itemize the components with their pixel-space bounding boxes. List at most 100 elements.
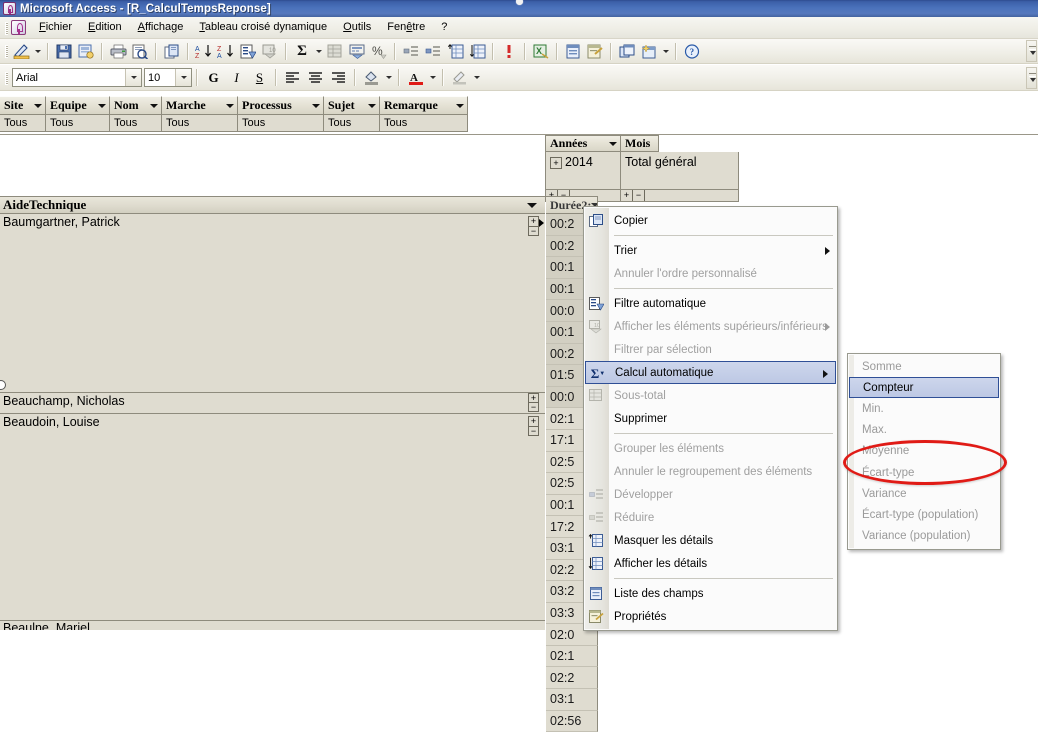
pivot-column-mois[interactable]: Mois [621,135,659,152]
context-menu-item-liste-des-champs[interactable]: Liste des champs [584,582,837,605]
minus-button[interactable]: − [529,403,538,412]
font-size-combo[interactable]: 10 [144,68,192,87]
toolbar-grip[interactable] [2,42,10,60]
duration-cell[interactable]: 02:1 [546,645,598,668]
chevron-down-icon[interactable] [527,202,537,208]
filter-value-marche[interactable]: Tous [162,115,238,132]
align-right-button[interactable] [327,67,350,88]
chevron-down-icon[interactable] [175,69,191,86]
align-left-button[interactable] [281,67,304,88]
print-button[interactable] [107,41,129,62]
filter-value-nom[interactable]: Tous [110,115,162,132]
filter-value-remarque[interactable]: Tous [380,115,468,132]
duration-cell[interactable]: 02:2 [546,667,598,690]
row-item-beaudoin[interactable]: Beaudoin, Louise + − [0,414,545,629]
duration-cell[interactable]: 03:1 [546,689,598,711]
collapse-button[interactable] [400,41,422,62]
save-button[interactable] [53,41,75,62]
print-preview-button[interactable] [129,41,151,62]
menu-aide[interactable]: ? [433,18,455,37]
row-resize-handle[interactable] [0,380,6,390]
line-color-dropdown[interactable] [471,67,482,88]
field-list-button[interactable] [562,41,584,62]
filter-header-processus[interactable]: Processus [238,96,324,115]
chevron-down-icon[interactable] [125,69,141,86]
chevron-down-icon[interactable] [456,103,464,108]
pivot-column-annees[interactable]: Années [545,135,621,152]
context-menu-item-copier[interactable]: Copier [584,209,837,232]
filter-header-nom[interactable]: Nom [110,96,162,115]
context-menu-item-filtre-automatique[interactable]: Filtre automatique [584,292,837,315]
fill-color-dropdown[interactable] [383,67,394,88]
toolbar-overflow-button[interactable] [1026,40,1037,62]
filter-header-remarque[interactable]: Remarque [380,96,468,115]
menu-edition[interactable]: Edition [80,18,130,37]
filter-value-sujet[interactable]: Tous [324,115,380,132]
context-menu-item-supprimer[interactable]: Supprimer [584,407,837,430]
duration-cell[interactable]: 02:56 [546,710,598,732]
copy-button[interactable] [161,41,183,62]
filter-header-sujet[interactable]: Sujet [324,96,380,115]
font-name-combo[interactable]: Arial [12,68,142,87]
sort-ascending-button[interactable]: AZ [193,41,215,62]
filter-value-equipe[interactable]: Tous [46,115,110,132]
subtotal-button[interactable] [324,41,346,62]
font-color-button[interactable]: A [404,67,427,88]
pivot-column-grand-total[interactable]: Total général [621,152,739,190]
hide-details-button[interactable] [444,41,466,62]
format-toolbar-grip[interactable] [2,69,10,87]
row-field-header-aidetechnique[interactable]: AideTechnique [0,196,545,214]
row-expand-collapse-toggle[interactable]: + − [528,216,539,236]
chevron-down-icon[interactable] [150,103,158,108]
chevron-down-icon[interactable] [609,141,617,146]
autocalc-dropdown[interactable] [313,41,324,62]
filter-value-site[interactable]: Tous [0,115,46,132]
show-top-bottom-button[interactable]: 10 [259,41,281,62]
chevron-down-icon[interactable] [226,103,234,108]
chevron-down-icon[interactable] [34,103,42,108]
save-as-button[interactable] [75,41,97,62]
bold-button[interactable]: G [202,67,225,88]
align-center-button[interactable] [304,67,327,88]
filter-value-processus[interactable]: Tous [238,115,324,132]
context-menu-item-proprietes[interactable]: Propriétés [584,605,837,628]
line-color-button[interactable] [448,67,471,88]
expand-button[interactable] [422,41,444,62]
menubar-grip[interactable] [2,19,10,37]
properties-button[interactable] [584,41,606,62]
show-details-button[interactable] [466,41,488,62]
context-menu-item-afficher-details[interactable]: Afficher les détails [584,552,837,575]
autofilter-button[interactable] [237,41,259,62]
submenu-item-compteur[interactable]: Compteur [849,377,999,399]
view-design-button[interactable] [10,41,32,62]
new-object-dropdown[interactable] [660,41,671,62]
row-item-baumgartner[interactable]: Baumgartner, Patrick + − [0,214,545,393]
context-menu-item-calcul-automatique[interactable]: Σ ▼ Calcul automatique [585,361,836,384]
row-expand-collapse-toggle[interactable]: + − [528,393,539,412]
chevron-down-icon[interactable] [368,103,376,108]
multiple-windows-button[interactable] [616,41,638,62]
view-design-dropdown[interactable] [32,41,43,62]
access-document-icon[interactable] [11,20,26,35]
export-excel-button[interactable]: X [530,41,552,62]
chevron-down-icon[interactable] [98,103,106,108]
filter-header-equipe[interactable]: Equipe [46,96,110,115]
menu-outils[interactable]: Outils [335,18,379,37]
minus-button[interactable]: − [529,227,538,236]
menu-affichage[interactable]: Affichage [130,18,192,37]
chevron-down-icon[interactable] [312,103,320,108]
minus-button[interactable]: − [529,427,538,436]
context-menu-item-masquer-details[interactable]: Masquer les détails [584,529,837,552]
new-object-button[interactable] [638,41,660,62]
italic-button[interactable]: I [225,67,248,88]
help-button[interactable]: ? [681,41,703,62]
filter-header-marche[interactable]: Marche [162,96,238,115]
underline-button[interactable]: S [248,67,271,88]
menu-fichier[interactable]: Fichier [31,18,80,37]
percent-button[interactable]: % [368,41,390,62]
context-menu-item-trier[interactable]: Trier [584,239,837,262]
calculated-field-button[interactable] [346,41,368,62]
pivot-column-year-2014[interactable]: + 2014 [545,152,621,190]
row-item-beauchamp[interactable]: Beauchamp, Nicholas + − [0,393,545,414]
menu-tableau-croise-dynamique[interactable]: Tableau croisé dynamique [191,18,335,37]
